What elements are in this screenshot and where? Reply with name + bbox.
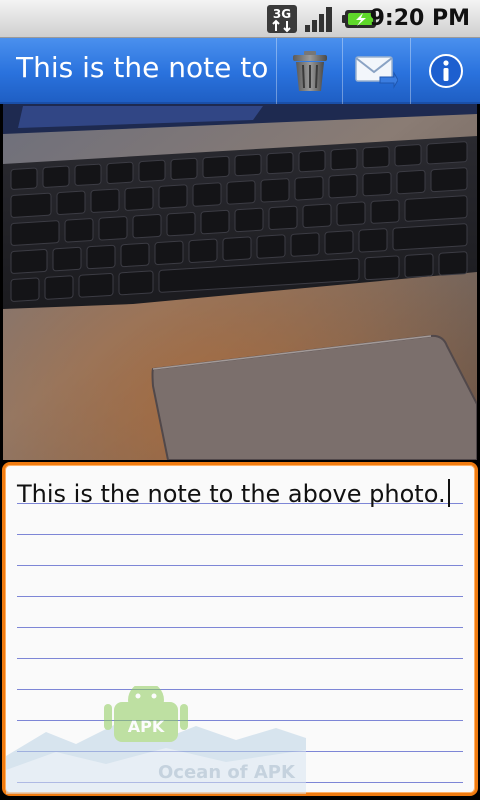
signal-strength-icon: [305, 7, 332, 32]
trash-icon: [292, 51, 327, 91]
note-content: This is the note to the above photo.: [17, 479, 450, 508]
note-text: This is the note to the above photo.: [17, 480, 446, 508]
rule-line: [17, 596, 463, 597]
share-email-button[interactable]: [342, 38, 408, 104]
rule-line: [17, 627, 463, 628]
rule-line: [17, 565, 463, 566]
svg-text:3G: 3G: [273, 7, 291, 21]
text-cursor: [447, 479, 450, 507]
action-bar: This is the note to: [0, 38, 480, 104]
status-bar: 3G 9:20 PM: [0, 0, 480, 38]
info-icon: [428, 54, 463, 88]
rule-line: [17, 658, 463, 659]
status-time: 9:20 PM: [369, 6, 470, 31]
watermark: APK Ocean of APK: [6, 682, 306, 794]
page-title: This is the note to: [16, 51, 269, 84]
network-3g-icon: 3G: [267, 5, 297, 33]
rule-line: [17, 534, 463, 535]
delete-button[interactable]: [276, 38, 342, 104]
note-photo[interactable]: [3, 104, 477, 460]
mail-send-icon: [354, 56, 398, 89]
info-button[interactable]: [410, 38, 480, 104]
photo-image: [3, 104, 477, 460]
watermark-text: Ocean of APK: [158, 762, 295, 783]
svg-text:APK: APK: [128, 717, 165, 736]
